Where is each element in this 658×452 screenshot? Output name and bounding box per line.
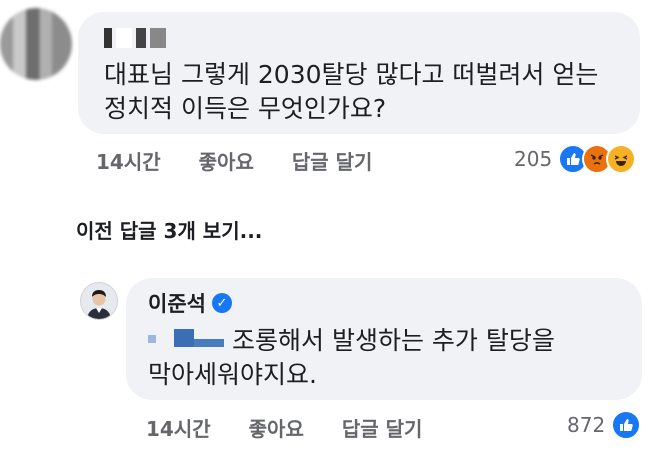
comment-text: 대표님 그렇게 2030탈당 많다고 떠벌려서 얻는 정치적 이득은 무엇인가요… <box>104 60 599 123</box>
comment-time[interactable]: 14시간 <box>96 146 161 175</box>
replier-name[interactable]: 이준석 <box>148 288 206 318</box>
comment-like-button[interactable]: 좋아요 <box>199 146 254 175</box>
reaction-count: 872 <box>567 413 606 437</box>
reaction-count: 205 <box>514 147 553 171</box>
view-previous-replies-link[interactable]: 이전 답글 3개 보기... <box>76 215 262 244</box>
censored-mention <box>148 324 226 358</box>
reply-reply-button[interactable]: 답글 달기 <box>342 413 423 442</box>
reply-text: 조롱해서 발생하는 추가 탈당을 <box>232 326 555 355</box>
reply-time[interactable]: 14시간 <box>146 413 211 442</box>
replier-avatar[interactable] <box>80 282 118 320</box>
haha-icon <box>606 144 637 174</box>
reply-actions: 14시간 좋아요 답글 달기 <box>146 413 422 442</box>
commenter-name-censored[interactable] <box>104 28 166 50</box>
reply-text-line1: 조롱해서 발생하는 추가 탈당을 <box>148 324 555 358</box>
comment-reactions[interactable]: 205 <box>514 144 637 174</box>
reply-text-line2: 막아세워야지요. <box>148 360 317 389</box>
reply-like-button[interactable]: 좋아요 <box>249 413 304 442</box>
comment-actions: 14시간 좋아요 답글 달기 <box>96 146 372 175</box>
like-icon <box>611 410 642 440</box>
reply-reactions[interactable]: 872 <box>567 410 642 440</box>
commenter-avatar[interactable] <box>0 8 72 80</box>
comment-reply-button[interactable]: 답글 달기 <box>292 146 373 175</box>
verified-badge-icon: ✓ <box>211 293 232 313</box>
replier-name-row[interactable]: 이준석 ✓ <box>148 288 232 318</box>
